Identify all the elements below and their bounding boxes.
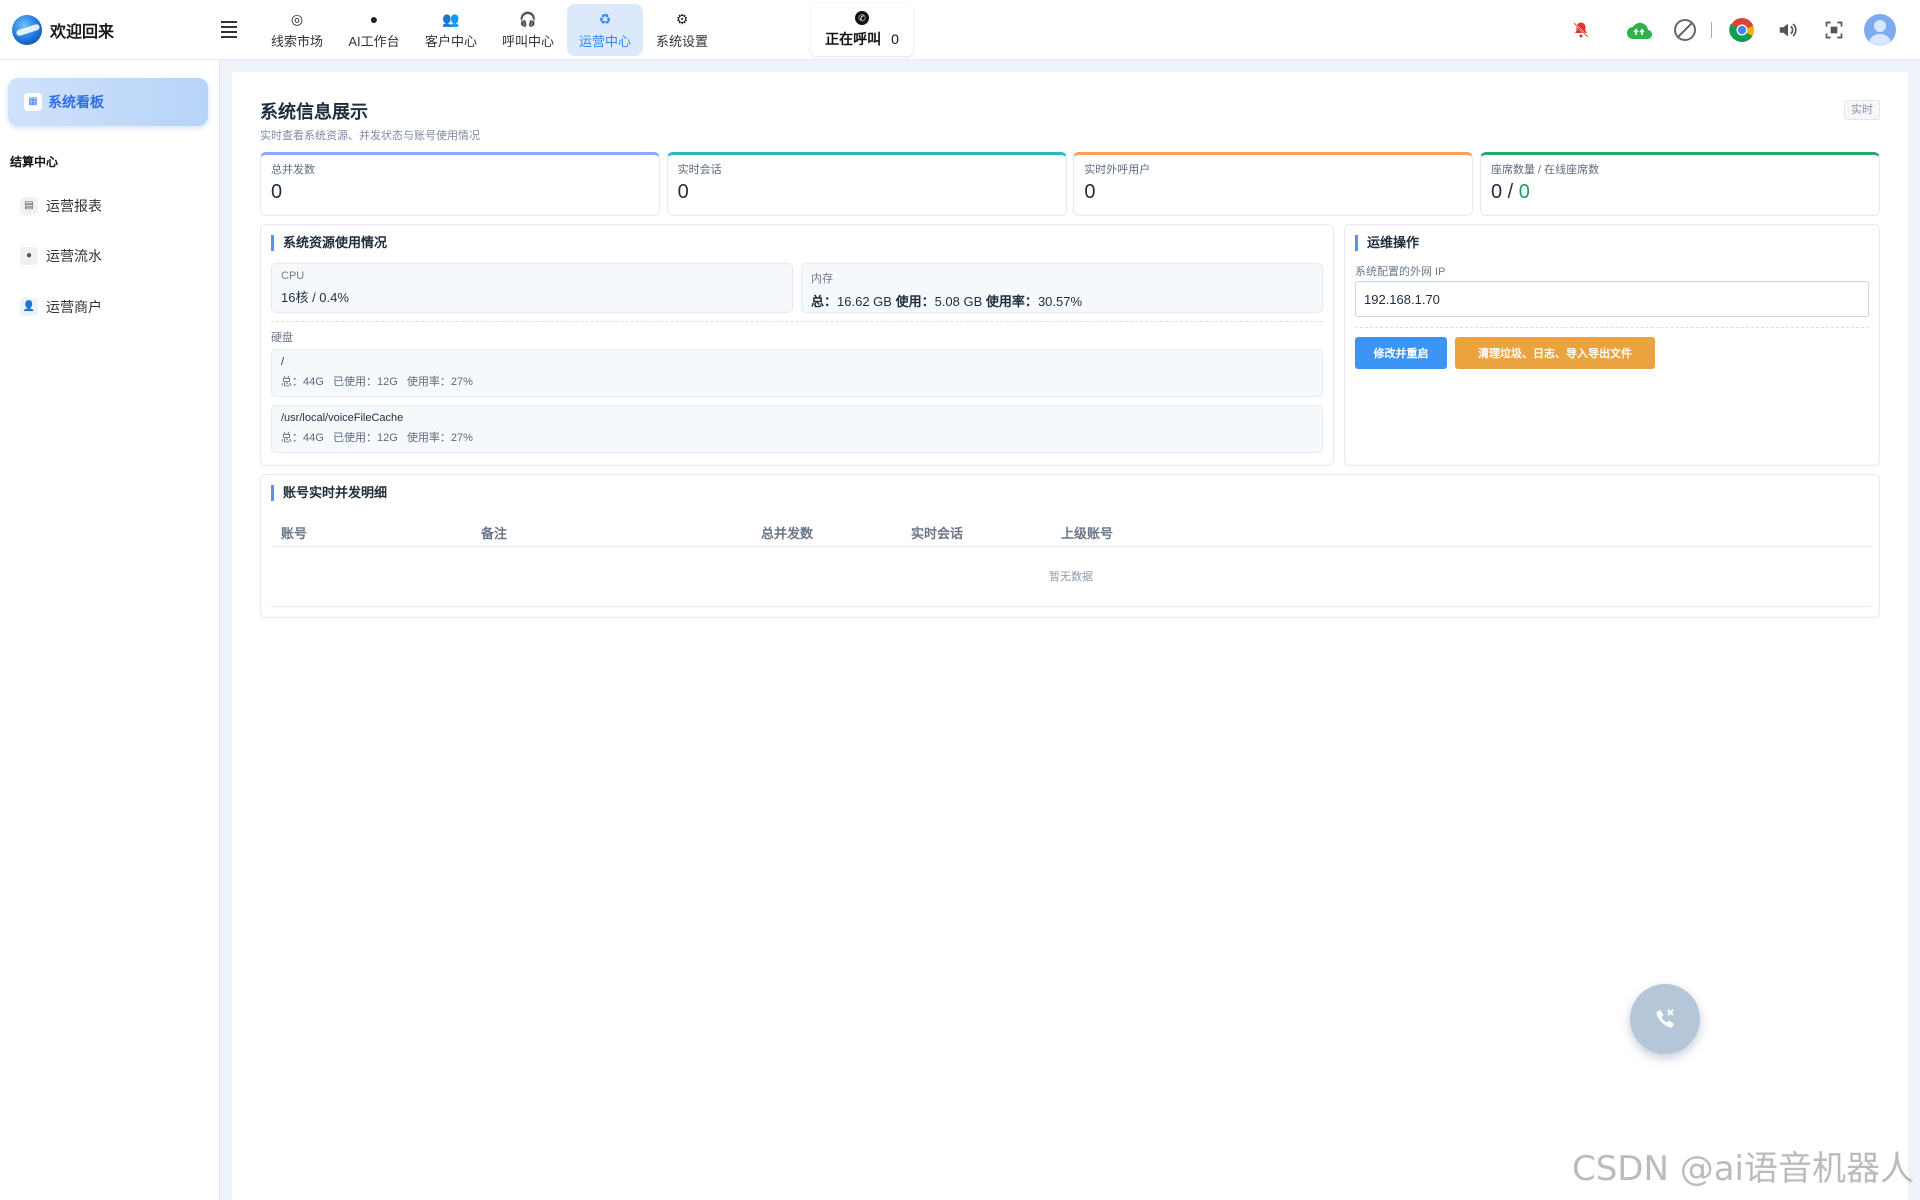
top-header: 欢迎回来 ◎ 线索市场 ● AI工作台 👥 客户中心 🎧 呼叫中心 ♻ 运营中心… (0, 0, 1920, 60)
fullscreen-icon[interactable] (1818, 14, 1850, 46)
memory-metric: 内存 总：16.62 GB 使用：5.08 GB 使用率：30.57% (801, 263, 1323, 313)
detail-title: 账号实时并发明细 (271, 485, 387, 501)
column-header[interactable]: 总并发数 (761, 523, 813, 542)
cpu-metric: CPU 16核 / 0.4% (271, 263, 793, 313)
dashboard-icon: ▦ (24, 93, 42, 111)
floating-call-button[interactable] (1630, 984, 1700, 1054)
ops-title: 运维操作 (1355, 235, 1419, 251)
resources-card: 系统资源使用情况 CPU 16核 / 0.4% 内存 总：16.62 GB 使用… (260, 224, 1334, 466)
stat-cards: 总并发数 0 实时会话 0 实时外呼用户 0 座席数量 / 在线座席数 0 / … (260, 152, 1880, 216)
avatar (1864, 14, 1896, 46)
disk-item: / 总：44G 已使用：12G 使用率：27% (271, 349, 1323, 397)
header-tools (1551, 14, 1896, 46)
calling-label: 正在呼叫 (825, 30, 882, 47)
recycle-icon: ♻ (598, 10, 612, 27)
realtime-badge: 实时 (1844, 100, 1880, 120)
sidebar-item-flow[interactable]: ● 运营流水 (20, 244, 102, 268)
phone-off-icon (1656, 1009, 1674, 1028)
page-title: 系统信息展示 (260, 102, 368, 122)
disk-label: 硬盘 (271, 332, 293, 344)
target-icon: ◎ (290, 10, 304, 27)
sidebar-item-dashboard[interactable]: ▦ 系统看板 (8, 78, 208, 126)
account-detail-card: 账号实时并发明细 账号 备注 总并发数 实时会话 上级账号 暂无数据 (260, 474, 1880, 618)
disk-item: /usr/local/voiceFileCache 总：44G 已使用：12G … (271, 405, 1323, 453)
divider (271, 321, 1323, 322)
gear-icon: ⚙ (675, 10, 689, 27)
headset-icon: 🎧 (519, 10, 537, 27)
nav-customer-center[interactable]: 👥 客户中心 (413, 4, 489, 56)
resources-title: 系统资源使用情况 (271, 235, 387, 251)
divider (1355, 327, 1869, 328)
ban-icon[interactable] (1669, 14, 1701, 46)
stat-total-concurrency: 总并发数 0 (260, 152, 660, 216)
stat-outbound-users: 实时外呼用户 0 (1073, 152, 1474, 216)
column-header[interactable]: 账号 (281, 523, 307, 542)
stat-seats: 座席数量 / 在线座席数 0 / 0 (1479, 152, 1880, 216)
calling-count: 0 (891, 30, 899, 47)
sidebar-group-title: 结算中心 (10, 155, 59, 169)
brand-title: 欢迎回来 (50, 23, 115, 41)
logo (12, 14, 42, 45)
external-ip-input[interactable] (1355, 281, 1869, 317)
cloud-upload-icon[interactable] (1623, 14, 1655, 46)
table-icon: ▤ (20, 197, 38, 215)
sidebar: ▦ 系统看板 结算中心 ▤ 运营报表 ● 运营流水 👤 运营商户 (0, 60, 220, 1200)
nav-system-settings[interactable]: ⚙ 系统设置 (644, 4, 720, 56)
nav-operation-center[interactable]: ♻ 运营中心 (567, 3, 643, 56)
bell-muted-icon[interactable] (1565, 14, 1597, 46)
nav-ai-workbench[interactable]: ● AI工作台 (336, 4, 412, 56)
ip-label: 系统配置的外网 IP (1355, 266, 1446, 278)
top-nav: ◎ 线索市场 ● AI工作台 👥 客户中心 🎧 呼叫中心 ♻ 运营中心 ⚙ 系统… (259, 0, 721, 60)
calling-indicator[interactable]: ✆ 正在呼叫 0 (811, 3, 913, 56)
users-icon: 👥 (442, 10, 460, 27)
brand: 欢迎回来 (0, 14, 220, 45)
ops-card: 运维操作 系统配置的外网 IP 修改并重启 清理垃圾、日志、导入导出文件 (1344, 224, 1880, 466)
table-header: 账号 备注 总并发数 实时会话 上级账号 (271, 515, 1871, 547)
chrome-icon[interactable] (1726, 14, 1758, 46)
column-header[interactable]: 上级账号 (1061, 523, 1113, 542)
empty-state: 暂无数据 (271, 547, 1871, 607)
clean-files-button[interactable]: 清理垃圾、日志、导入导出文件 (1455, 337, 1655, 369)
menu-toggle-icon[interactable] (221, 18, 245, 42)
drop-icon: ● (20, 247, 38, 265)
nav-call-center[interactable]: 🎧 呼叫中心 (490, 4, 566, 56)
watermark: CSDN @ai语音机器人 (1571, 1149, 1914, 1189)
merchant-icon: 👤 (20, 298, 38, 316)
column-header[interactable]: 实时会话 (911, 523, 963, 542)
user-avatar[interactable] (1864, 14, 1896, 46)
divider (1711, 22, 1712, 38)
volume-icon[interactable] (1772, 14, 1804, 46)
column-header[interactable]: 备注 (481, 523, 507, 542)
page-subtitle: 实时查看系统资源、并发状态与账号使用情况 (260, 130, 480, 142)
robot-icon: ● (369, 10, 379, 27)
nav-lead-market[interactable]: ◎ 线索市场 (259, 4, 335, 56)
sidebar-item-merchant[interactable]: 👤 运营商户 (20, 295, 102, 319)
modify-restart-button[interactable]: 修改并重启 (1355, 337, 1447, 369)
stat-realtime-sessions: 实时会话 0 (666, 152, 1067, 216)
phone-icon: ✆ (855, 10, 869, 25)
sidebar-item-report[interactable]: ▤ 运营报表 (20, 194, 102, 218)
